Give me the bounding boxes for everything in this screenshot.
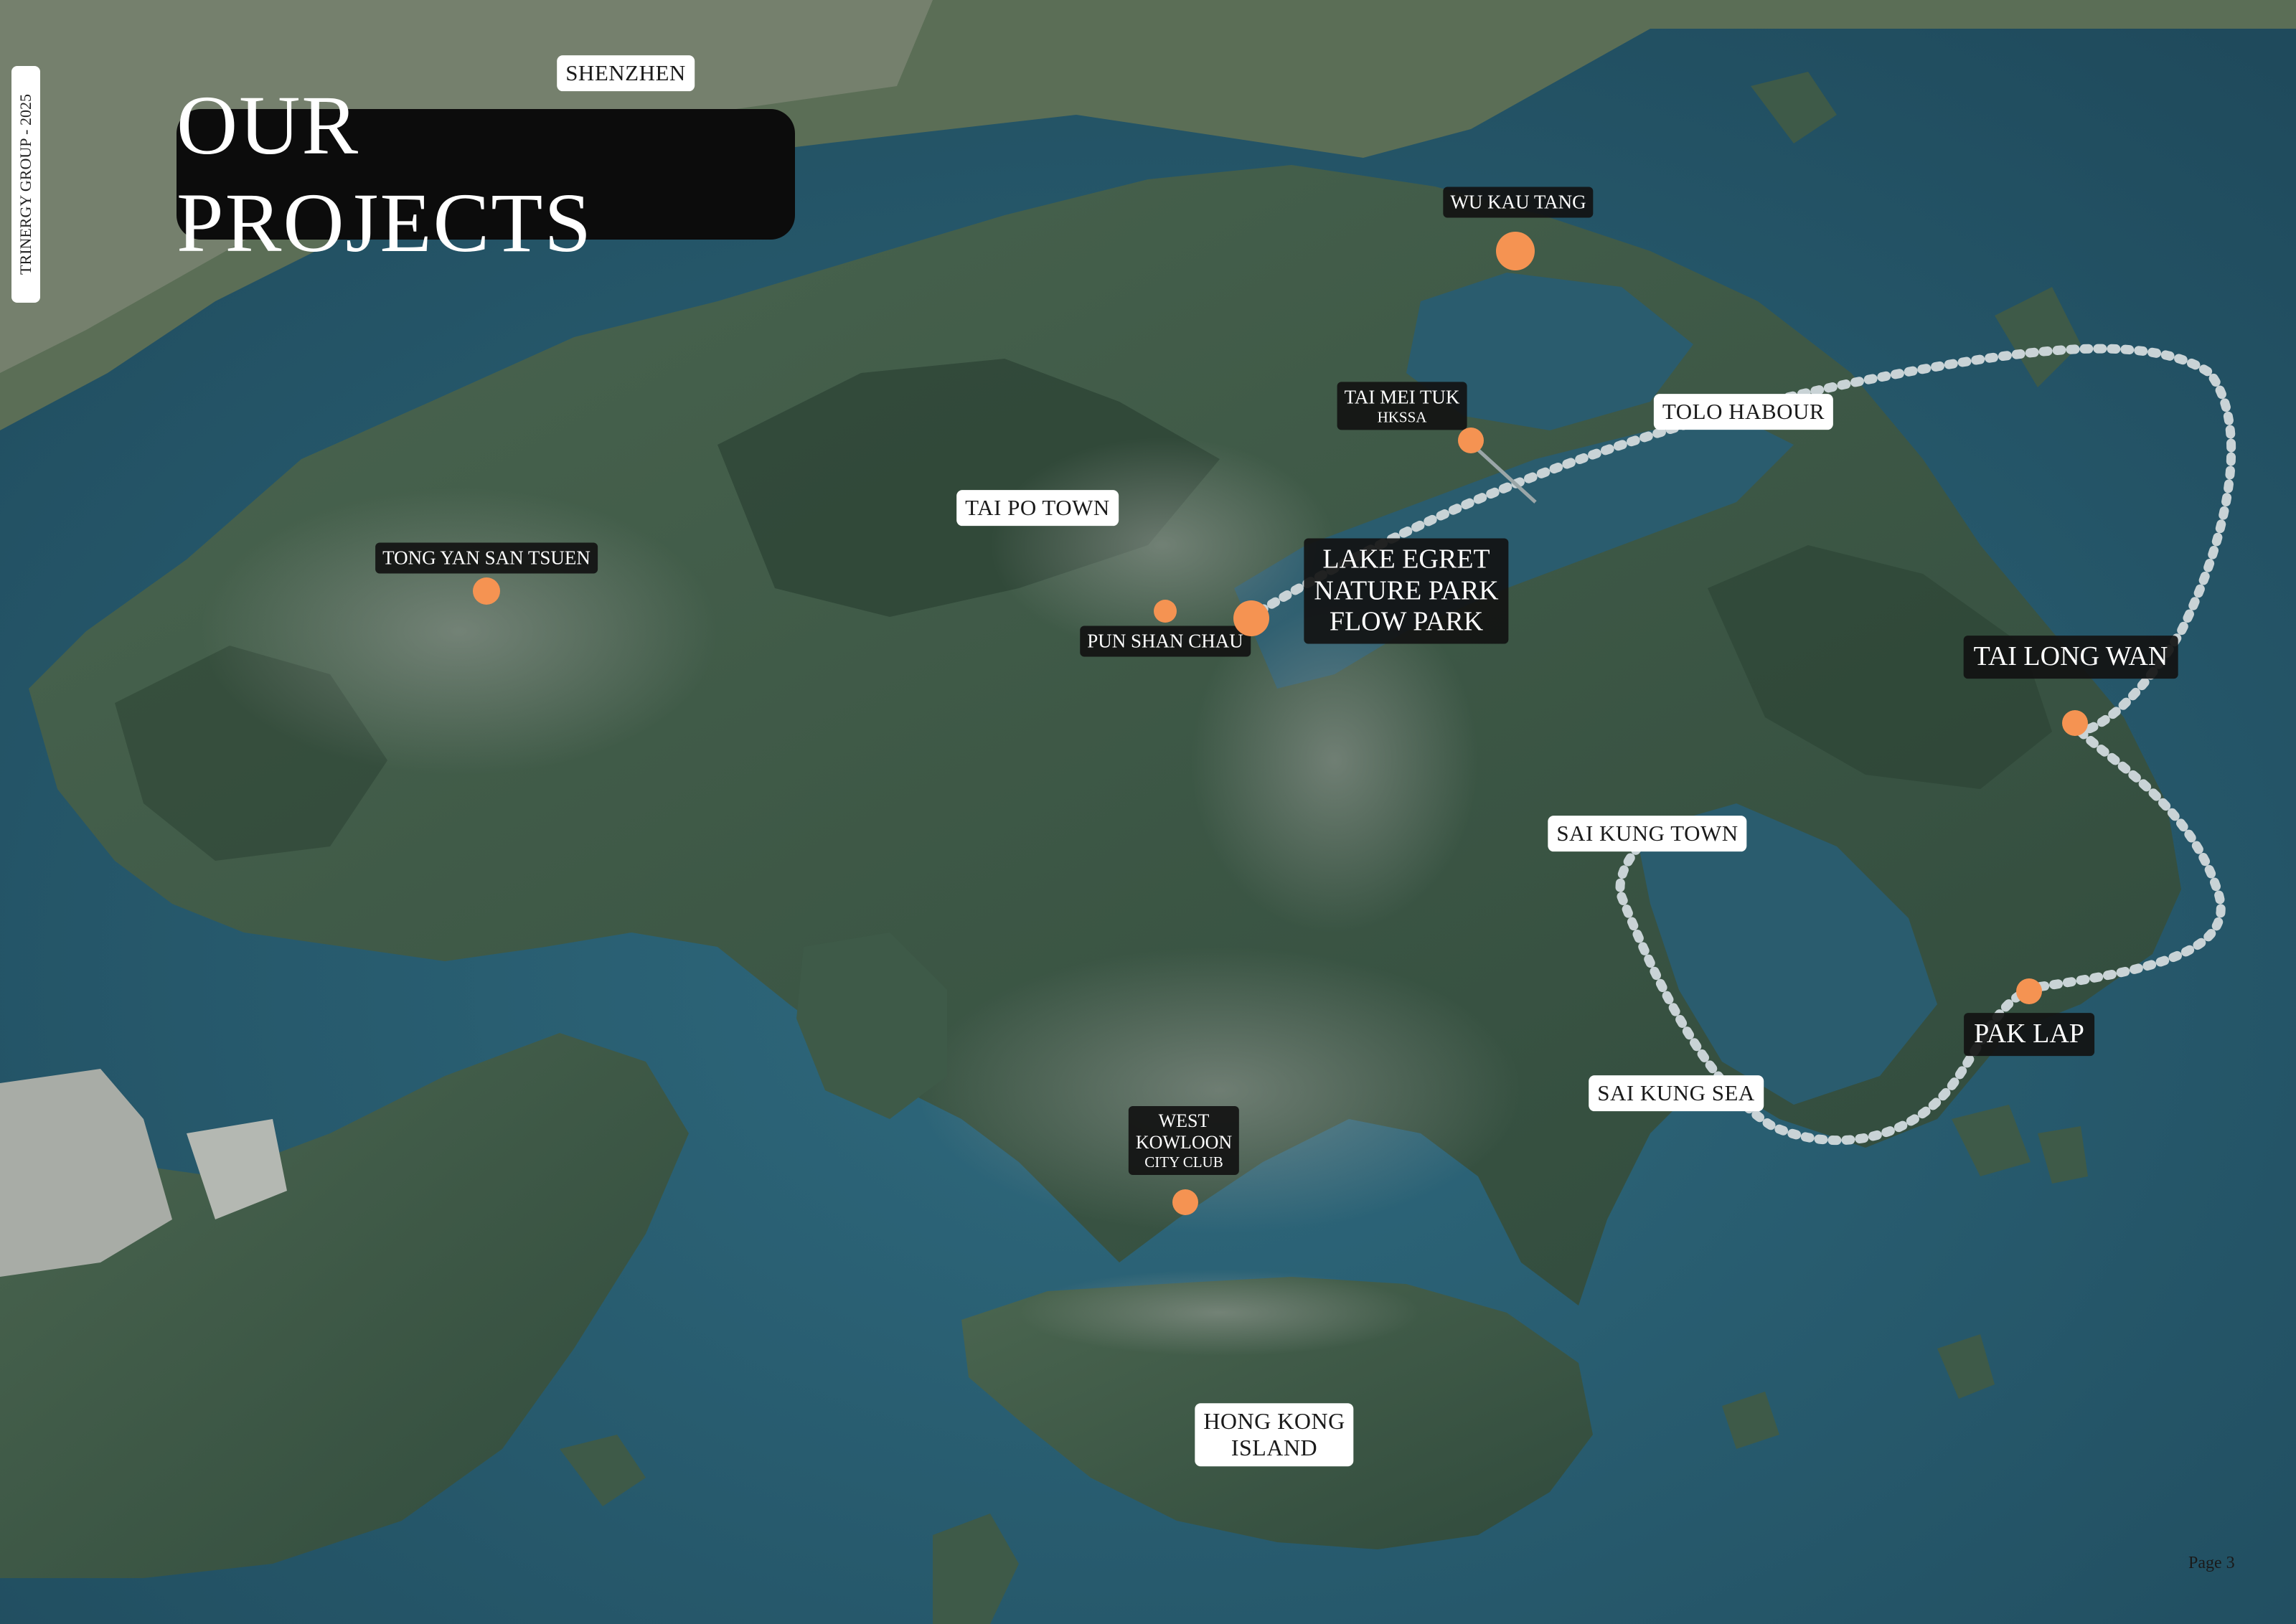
page-title-box: OUR PROJECTS <box>177 78 795 270</box>
label-tai-long-wan: TAI LONG WAN <box>1963 636 2178 679</box>
label-tolo-habour: TOLO HABOUR <box>1653 394 1834 430</box>
label-tong-yan-san-tsuen: TONG YAN SAN TSUEN <box>375 542 598 574</box>
label-west-kowloon-line-2: KOWLOON <box>1135 1131 1233 1153</box>
label-wu-kau-tang: WU KAU TANG <box>1443 187 1594 218</box>
marker-west-kowloon[interactable] <box>1172 1189 1198 1215</box>
label-west-kowloon-sub: CITY CLUB <box>1144 1153 1223 1171</box>
label-pun-shan-chau: PUN SHAN CHAU <box>1080 625 1251 657</box>
marker-tai-long-wan[interactable] <box>2062 710 2088 736</box>
label-lake-egret-line-2: NATURE PARK <box>1314 575 1499 606</box>
label-hong-kong-island: HONG KONG ISLAND <box>1195 1403 1354 1466</box>
side-credit-badge: TRINERGY GROUP - 2025 <box>11 66 40 303</box>
label-hong-kong-line-1: HONG KONG <box>1203 1408 1345 1435</box>
label-hong-kong-line-2: ISLAND <box>1231 1435 1318 1460</box>
marker-pak-lap[interactable] <box>2016 978 2042 1004</box>
label-pak-lap: PAK LAP <box>1964 1013 2094 1056</box>
marker-tong-yan-san-tsuen[interactable] <box>473 577 500 605</box>
urban-kowloon <box>918 947 1521 1234</box>
side-credit-text: TRINERGY GROUP - 2025 <box>17 94 35 275</box>
marker-pun-shan-chau[interactable] <box>1154 600 1177 623</box>
label-tai-mei-tuk-name: TAI MEI TUK <box>1344 386 1460 408</box>
urban-hk-island <box>1019 1270 1421 1356</box>
label-tai-mei-tuk-sub: HKSSA <box>1377 408 1427 426</box>
label-west-kowloon: WEST KOWLOON CITY CLUB <box>1128 1106 1240 1175</box>
marker-lake-egret[interactable] <box>1233 600 1269 636</box>
page-number: Page 3 <box>2188 1554 2235 1572</box>
label-tai-po-town: TAI PO TOWN <box>956 490 1119 526</box>
label-shenzhen: SHENZHEN <box>557 55 695 91</box>
marker-tai-mei-tuk[interactable] <box>1458 428 1484 453</box>
label-lake-egret-line-1: LAKE EGRET <box>1322 544 1490 575</box>
label-lake-egret-line-3: FLOW PARK <box>1329 606 1484 637</box>
urban-yuen-long <box>201 488 718 775</box>
marker-wu-kau-tang[interactable] <box>1496 232 1535 270</box>
label-lake-egret: LAKE EGRET NATURE PARK FLOW PARK <box>1304 538 1509 644</box>
label-sai-kung-town: SAI KUNG TOWN <box>1548 816 1747 851</box>
page-title: OUR PROJECTS <box>177 78 593 270</box>
label-sai-kung-sea: SAI KUNG SEA <box>1589 1075 1764 1111</box>
label-west-kowloon-line-1: WEST <box>1158 1110 1210 1132</box>
label-tai-mei-tuk: TAI MEI TUK HKSSA <box>1337 382 1467 430</box>
